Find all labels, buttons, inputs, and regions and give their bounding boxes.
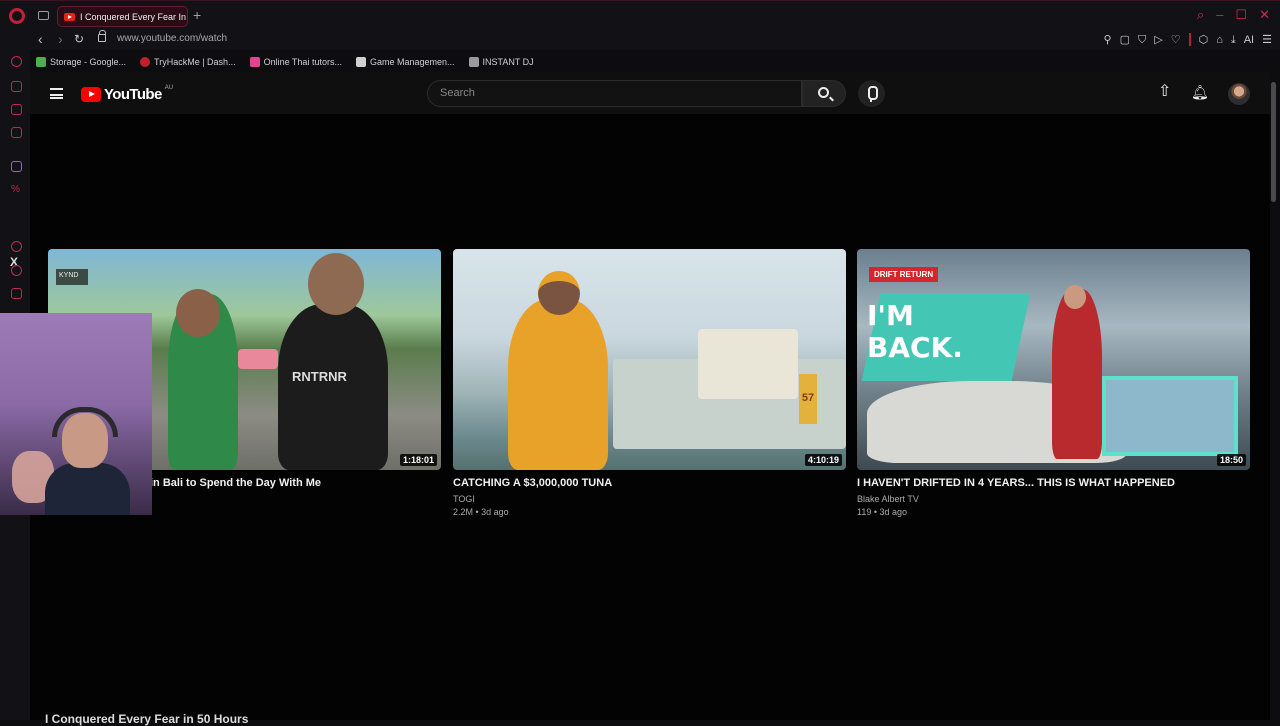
money-fan — [238, 349, 278, 369]
sidebar-twitch-icon[interactable] — [11, 161, 22, 172]
shirt-text: RNTRNR — [292, 369, 347, 384]
tab-islands-icon[interactable] — [38, 11, 49, 20]
notifications-icon[interactable]: 🔔︎ — [1191, 84, 1209, 100]
channel-name[interactable]: TOGI — [453, 494, 846, 504]
video-duration: 1:18:01 — [399, 454, 437, 466]
video-title[interactable]: I HAVEN'T DRIFTED IN 4 YEARS... THIS IS … — [857, 477, 1250, 489]
instant-dj-icon — [468, 57, 479, 67]
bookmark-thai-tutors[interactable]: Online Thai tutors... — [249, 57, 342, 67]
person-yellow-raincoat — [508, 299, 608, 470]
webcam-shirt — [45, 463, 130, 515]
heart-icon[interactable]: ♡ — [1171, 34, 1181, 46]
headset-icon — [52, 407, 118, 437]
forward-button[interactable]: › — [58, 31, 63, 47]
window-controls: ⌕ – ☐ ✕ — [1197, 7, 1270, 23]
sidebar-player-icon[interactable] — [11, 241, 22, 252]
bookmarks-bar: Storage - Google... TryHackMe | Dash... … — [30, 52, 1280, 72]
upload-icon[interactable]: ⇧ — [1158, 84, 1171, 100]
bookmark-tryhackme[interactable]: TryHackMe | Dash... — [140, 57, 236, 67]
video-title[interactable]: CATCHING A $3,000,000 TUNA — [453, 477, 846, 489]
sidebar-shopping-icon[interactable] — [11, 81, 22, 92]
search-input[interactable]: Search — [427, 80, 802, 107]
boat-number: 57 — [799, 374, 817, 424]
menu-icon[interactable] — [50, 88, 63, 99]
video-duration: 4:10:19 — [804, 454, 842, 466]
thumb-text-line1: I'M — [867, 299, 914, 332]
tab-title: I Conquered Every Fear In 5 — [80, 11, 188, 22]
search-tabs-icon[interactable]: ⌕ — [1197, 7, 1204, 23]
bookmark-storage-google[interactable]: Storage - Google... — [36, 57, 126, 67]
sign: KYND — [56, 269, 88, 285]
search-button[interactable] — [802, 80, 846, 107]
aria-ai-icon[interactable]: AI — [1244, 34, 1254, 46]
person-head — [176, 289, 220, 337]
opera-menu-icon[interactable] — [9, 8, 25, 24]
document-icon — [355, 57, 366, 67]
region-code: AU — [164, 84, 174, 91]
inset-drift-image — [1102, 376, 1238, 456]
sidebar-percent-icon[interactable]: % — [11, 184, 22, 195]
download-icon[interactable]: ⤓ — [1231, 34, 1236, 46]
youtube-logo[interactable]: YouTube AU — [81, 84, 174, 103]
address-bar: ‹ › ↻ www.youtube.com/watch ⚲ ▢ ⛉ ▷ ♡ ⬡ … — [0, 30, 1280, 50]
youtube-page: YouTube AU Search ⇧ 🔔︎ KYND RNTRNR 1:18:… — [30, 72, 1270, 720]
play-icon[interactable]: ▷ — [1154, 34, 1162, 46]
video-card[interactable]: DRIFT RETURN I'M BACK. 18:50 I HAVEN'T D… — [857, 249, 1250, 517]
minimize-button[interactable]: – — [1216, 7, 1223, 23]
sidebar-history-icon[interactable] — [11, 265, 22, 276]
profile-icon[interactable]: ⌂ — [1216, 34, 1223, 46]
sidebar-extensions-icon[interactable] — [11, 288, 22, 299]
person-head — [308, 253, 364, 315]
youtube-header: YouTube AU Search ⇧ 🔔︎ — [30, 72, 1270, 114]
close-window-button[interactable]: ✕ — [1259, 7, 1270, 23]
reload-button[interactable]: ↻ — [74, 32, 84, 46]
easy-setup-icon[interactable]: ☰ — [1262, 34, 1272, 46]
voice-search-button[interactable] — [858, 80, 885, 107]
bookmark-instant-dj[interactable]: INSTANT DJ — [468, 57, 534, 67]
extensions-icon[interactable]: ⬡ — [1199, 34, 1209, 46]
shield-icon[interactable]: ⛉ — [1138, 34, 1146, 46]
video-thumbnail[interactable]: DRIFT RETURN I'M BACK. 18:50 — [857, 249, 1250, 470]
preply-icon — [249, 57, 260, 67]
search-icon — [818, 87, 829, 98]
channel-name[interactable]: Blake Albert TV — [857, 494, 1250, 504]
youtube-favicon-icon — [64, 12, 75, 21]
toolbar-divider — [1188, 33, 1191, 46]
person-head — [1064, 285, 1086, 309]
extensions-toolbar: ⚲ ▢ ⛉ ▷ ♡ ⬡ ⌂ ⤓ AI ☰ — [1104, 33, 1272, 46]
pin-icon[interactable]: ⚲ — [1104, 34, 1112, 46]
tryhackme-icon — [140, 57, 151, 67]
video-meta: 2.2M • 3d ago — [453, 507, 509, 517]
google-drive-icon — [36, 57, 46, 67]
now-playing-title: I Conquered Every Fear in 50 Hours — [45, 712, 249, 726]
person-red-shirt — [1052, 289, 1102, 459]
video-meta: 119 • 3d ago — [857, 507, 908, 517]
bookmark-game-management[interactable]: Game Managemen... — [355, 57, 455, 67]
video-thumbnail[interactable]: 57 4:10:19 — [453, 249, 846, 470]
video-duration: 18:50 — [1216, 454, 1246, 466]
page-scrollbar[interactable] — [1271, 82, 1276, 202]
sidebar-messenger-icon[interactable] — [11, 127, 22, 138]
person-tank-top — [278, 304, 388, 470]
youtube-play-icon — [81, 87, 101, 102]
video-card[interactable]: 57 4:10:19 CATCHING A $3,000,000 TUNA TO… — [453, 249, 846, 517]
thumb-text-line2: BACK. — [867, 331, 963, 364]
maximize-button[interactable]: ☐ — [1235, 7, 1247, 23]
tab-bar: I Conquered Every Fear In 5 + ⌕ – ☐ ✕ — [0, 0, 1280, 30]
person-head — [538, 271, 580, 315]
tab-active[interactable]: I Conquered Every Fear In 5 — [57, 6, 188, 27]
sidebar-aria-icon[interactable] — [11, 56, 22, 67]
url-field[interactable]: www.youtube.com/watch — [117, 33, 227, 44]
avatar[interactable] — [1228, 83, 1250, 105]
sidebar-games-icon[interactable] — [11, 104, 22, 115]
snapshot-icon[interactable]: ▢ — [1120, 34, 1130, 46]
back-button[interactable]: ‹ — [38, 31, 43, 47]
boat-cabin — [698, 329, 798, 399]
webcam-overlay — [0, 313, 152, 515]
logo-text: YouTube — [104, 86, 162, 103]
thumb-badge: DRIFT RETURN — [869, 267, 939, 282]
new-tab-button[interactable]: + — [193, 8, 201, 22]
lock-icon[interactable] — [98, 30, 106, 42]
